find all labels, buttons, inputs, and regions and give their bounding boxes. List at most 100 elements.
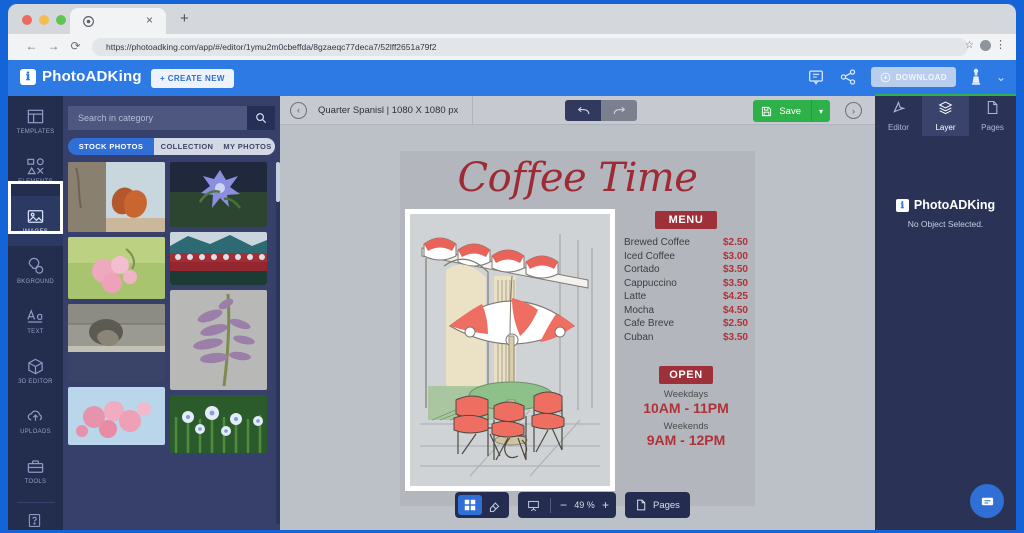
sidebar-item-elements[interactable]: ELEMENTS: [8, 146, 63, 196]
menu-item-price: $4.25: [722, 291, 748, 302]
menu-item-price: $3.50: [722, 277, 748, 289]
minimize-window-button[interactable]: [39, 15, 49, 25]
right-panel-tabs: Editor Layer Pages: [875, 96, 1016, 136]
zoom-in-button[interactable]: +: [598, 498, 613, 512]
design-canvas[interactable]: Coffee Time MENU Brewed Coffee $2.50 Ice…: [400, 151, 755, 506]
sidebar-item-text[interactable]: TEXT: [8, 296, 63, 346]
comment-icon[interactable]: [807, 68, 825, 86]
editor-workspace: ‹ Quarter Spanisl | 1080 X 1080 px Save …: [280, 95, 875, 530]
menu-row[interactable]: Cappuccino $3.50: [622, 277, 750, 291]
stock-photo-thumbnail[interactable]: [170, 232, 267, 285]
download-button[interactable]: DOWNLOAD: [870, 67, 956, 87]
text-icon: [26, 307, 45, 326]
design-hours-block: OPEN Weekdays 10AM - 11PM Weekends 9AM -…: [622, 366, 750, 448]
stock-photo-thumbnail[interactable]: [68, 304, 165, 382]
design-photo-frame[interactable]: [405, 209, 615, 491]
grid-icon[interactable]: [458, 495, 482, 515]
browser-tabstrip: × +: [8, 4, 1016, 34]
fit-screen-icon[interactable]: [521, 495, 545, 515]
stock-photo-thumbnail[interactable]: [68, 237, 165, 299]
window-controls[interactable]: [22, 15, 66, 25]
undo-button[interactable]: [565, 100, 601, 121]
zoom-group: − 49 % +: [518, 492, 616, 518]
chat-support-button[interactable]: [970, 484, 1004, 518]
tab-layer[interactable]: Layer: [922, 96, 969, 136]
tab-collection[interactable]: COLLECTION: [154, 138, 220, 155]
stock-photo-thumbnail[interactable]: [68, 387, 165, 445]
tab-my-photos[interactable]: MY PHOTOS: [220, 138, 275, 155]
close-window-button[interactable]: [22, 15, 32, 25]
user-avatar-icon[interactable]: [970, 68, 982, 86]
back-icon[interactable]: ←: [24, 39, 39, 54]
brand-mark-icon: ℹ: [20, 68, 36, 85]
help-icon: [26, 512, 45, 531]
hours-label: Weekends: [663, 421, 709, 432]
thumb-column-left: [68, 162, 165, 524]
search-input[interactable]: [68, 106, 247, 130]
sidebar-item-how-to-guide[interactable]: How-To Guide: [8, 505, 63, 533]
menu-badge[interactable]: MENU: [655, 211, 717, 229]
menu-item-name: Cuban: [624, 331, 654, 343]
app-header: ℹ PhotoADKing + CREATE NEW DOWNLOAD ⌄: [8, 60, 1016, 96]
tab-pages[interactable]: Pages: [969, 96, 1016, 136]
stock-photo-grid: [68, 162, 273, 524]
tab-stock-photos[interactable]: STOCK PHOTOS: [68, 138, 154, 155]
browser-tab[interactable]: ×: [70, 8, 166, 34]
sidebar-item-background[interactable]: BKGROUND: [8, 246, 63, 296]
brand-logo[interactable]: ℹ PhotoADKing: [20, 68, 142, 85]
menu-row[interactable]: Mocha $4.50: [622, 304, 750, 318]
bookmark-icon[interactable]: ☆: [965, 40, 974, 51]
tab-close-icon[interactable]: ×: [143, 14, 156, 27]
menu-row[interactable]: Cafe Breve $2.50: [622, 317, 750, 331]
search-button[interactable]: [247, 106, 275, 130]
reload-icon[interactable]: ⟳: [68, 39, 83, 54]
toolbox-icon: [26, 457, 45, 476]
sidebar-item-images[interactable]: IMAGES: [8, 196, 63, 246]
background-icon: [26, 257, 45, 276]
tab-editor[interactable]: Editor: [875, 96, 922, 136]
hours-value: 9AM - 12PM: [646, 432, 726, 448]
cursor-icon: [891, 100, 906, 120]
rail-divider: [16, 502, 55, 503]
download-label: DOWNLOAD: [895, 72, 947, 82]
maximize-window-button[interactable]: [56, 15, 66, 25]
menu-row[interactable]: Iced Coffee $3.00: [622, 250, 750, 264]
menu-row[interactable]: Brewed Coffee $2.50: [622, 236, 750, 250]
open-badge[interactable]: OPEN: [659, 366, 713, 384]
design-title-text[interactable]: Coffee Time: [400, 155, 755, 201]
tab-favicon: [82, 15, 95, 28]
sidebar-label: TOOLS: [24, 479, 47, 485]
menu-list: Brewed Coffee $2.50 Iced Coffee $3.00 Co…: [622, 236, 750, 344]
right-panel-brand: ℹ PhotoADKing: [875, 198, 1016, 212]
hours-label: Weekdays: [663, 389, 709, 400]
eraser-icon[interactable]: [482, 495, 506, 515]
save-button[interactable]: Save: [753, 100, 811, 122]
menu-row[interactable]: Cuban $3.50: [622, 331, 750, 345]
pages-label: Pages: [653, 499, 680, 511]
zoom-out-button[interactable]: −: [556, 498, 571, 512]
forward-icon[interactable]: →: [46, 39, 61, 54]
stock-photo-thumbnail[interactable]: [170, 290, 267, 390]
pages-button[interactable]: Pages: [625, 492, 690, 518]
sidebar-item-templates[interactable]: TEMPLATES: [8, 96, 63, 146]
sidebar-item-uploads[interactable]: UPLOADS: [8, 396, 63, 446]
templates-icon: [26, 107, 45, 126]
create-new-button[interactable]: + CREATE NEW: [151, 69, 234, 88]
stock-photo-thumbnail[interactable]: [170, 162, 267, 227]
browser-menu-icon[interactable]: ⋮: [995, 39, 1006, 52]
chevron-down-icon[interactable]: ⌄: [996, 71, 1006, 83]
share-icon[interactable]: [839, 68, 857, 86]
save-dropdown-button[interactable]: ▾: [811, 100, 830, 122]
address-bar[interactable]: https://photoadking.com/app/#/editor/1ym…: [92, 38, 968, 56]
menu-row[interactable]: Latte $4.25: [622, 290, 750, 304]
stock-photo-thumbnail[interactable]: [170, 395, 267, 453]
stock-photo-thumbnail[interactable]: [68, 162, 165, 232]
sidebar-item-tools[interactable]: TOOLS: [8, 446, 63, 496]
sidebar-item-3d-editor[interactable]: 3D EDITOR: [8, 346, 63, 396]
expand-panel-button[interactable]: ›: [845, 102, 862, 119]
new-tab-button[interactable]: +: [180, 11, 189, 27]
menu-row[interactable]: Cortado $3.50: [622, 263, 750, 277]
back-button[interactable]: ‹: [290, 101, 307, 119]
profile-avatar-icon[interactable]: [980, 40, 991, 51]
redo-button[interactable]: [601, 100, 637, 121]
